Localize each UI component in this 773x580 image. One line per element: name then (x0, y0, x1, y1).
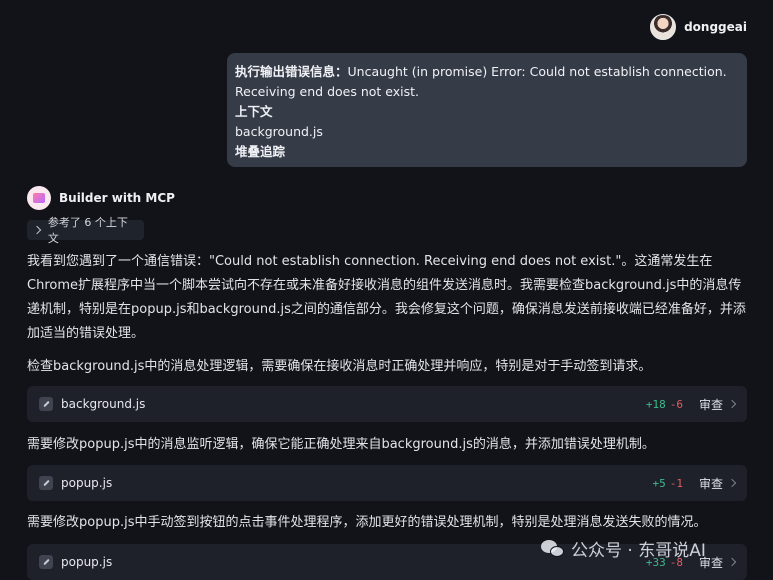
watermark: 公众号 · 东哥说AI (541, 536, 706, 561)
context-references-toggle[interactable]: 参考了 6 个上下文 (27, 216, 144, 245)
chevron-right-icon (727, 478, 737, 488)
user-message-line-5: 堆叠追踪 (235, 144, 286, 159)
user-name: donggeai (684, 20, 747, 34)
edit-file-icon (39, 397, 53, 411)
wechat-icon (541, 539, 565, 559)
diff-stats: +18 -6 (646, 398, 683, 411)
user-avatar (650, 14, 677, 40)
lines-added: +18 (645, 397, 666, 411)
step-3-text: 需要修改popup.js中手动签到按钮的点击事件处理程序，添加更好的错误处理机制… (27, 515, 707, 530)
lines-removed: -6 (669, 397, 683, 411)
builder-logo-icon (33, 193, 45, 203)
review-label: 审查 (698, 397, 723, 412)
assistant-header: Builder with MCP (27, 186, 175, 210)
user-message-bubble: 执行输出错误信息：Uncaught (in promise) Error: Co… (227, 53, 747, 167)
watermark-text: 公众号 · 东哥说AI (571, 541, 706, 561)
user-message-line-1: 执行输出错误信息：Uncaught (in promise) Error: Co… (235, 62, 737, 82)
review-button[interactable]: 审查 (698, 396, 737, 413)
file-name: popup.js (61, 476, 113, 490)
edit-file-icon (39, 555, 53, 569)
file-change-card-popup[interactable]: popup.js +5 -1 审查 (27, 465, 747, 501)
chevron-right-icon (727, 399, 737, 409)
chat-view: donggeai 执行输出错误信息：Uncaught (in promise) … (0, 0, 773, 580)
lines-added: +5 (652, 476, 666, 490)
assistant-avatar (27, 186, 51, 210)
error-label: 执行输出错误信息： (235, 64, 348, 79)
context-references-label: 参考了 6 个上下文 (47, 216, 128, 245)
user-message-line-4: background.js (235, 124, 323, 139)
file-name: background.js (61, 397, 146, 411)
user-header: donggeai (650, 14, 747, 40)
diff-stats: +5 -1 (652, 477, 683, 490)
step-1-text: 检查background.js中的消息处理逻辑，需要确保在接收消息时正确处理并响… (27, 359, 652, 374)
chevron-right-icon (32, 225, 42, 235)
lines-removed: -1 (669, 476, 683, 490)
review-label: 审查 (698, 476, 723, 491)
error-text: Uncaught (in promise) Error: Could not e… (347, 64, 727, 79)
user-message-line-2: Receiving end does not exist. (235, 84, 420, 99)
assistant-intro: 我看到您遇到了一个通信错误："Could not establish conne… (27, 254, 746, 341)
edit-file-icon (39, 476, 53, 490)
step-2-text: 需要修改popup.js中的消息监听逻辑，确保它能正确处理来自backgroun… (27, 437, 655, 452)
file-change-card-background[interactable]: background.js +18 -6 审查 (27, 386, 747, 422)
chevron-right-icon (727, 557, 737, 567)
review-button[interactable]: 审查 (698, 475, 737, 492)
assistant-name: Builder with MCP (59, 191, 175, 205)
user-message-line-3: 上下文 (235, 104, 273, 119)
